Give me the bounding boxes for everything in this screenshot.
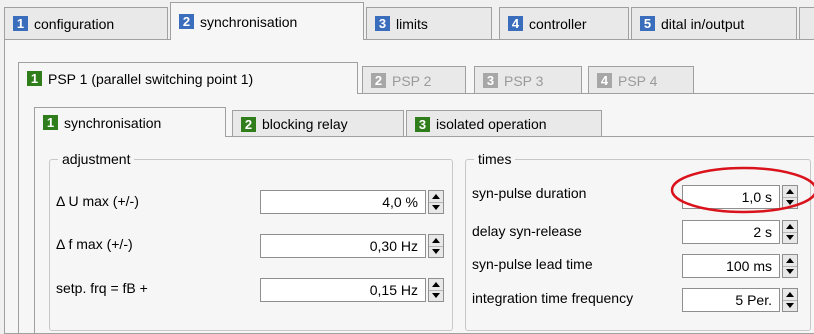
spin-up-icon[interactable] xyxy=(783,289,797,300)
tab-sub-isolated-operation[interactable]: 3 isolated operation xyxy=(406,110,602,137)
tab-sub-blocking-relay[interactable]: 2 blocking relay xyxy=(232,110,404,137)
tab-limits[interactable]: 3 limits xyxy=(366,7,492,39)
tab-number-badge: 4 xyxy=(508,16,523,31)
delta-f-max-label: Δ f max (+/-) xyxy=(56,236,133,252)
tab-number-badge: 5 xyxy=(640,16,655,31)
tab-number-badge: 2 xyxy=(241,116,256,132)
setp-frq-spinner[interactable] xyxy=(428,278,444,302)
delta-f-max-spinner[interactable] xyxy=(428,234,444,258)
tab-configuration[interactable]: 1 configuration xyxy=(4,7,168,39)
tab-label: synchronisation xyxy=(200,13,298,30)
times-legend: times xyxy=(474,151,516,167)
tab-sub-synchronisation[interactable]: 1 synchronisation xyxy=(34,107,226,137)
delta-u-max-label: Δ U max (+/-) xyxy=(56,193,139,209)
spin-up-icon[interactable] xyxy=(783,221,797,232)
syn-pulse-lead-time-input[interactable]: 100 ms xyxy=(682,254,780,278)
spin-down-icon[interactable] xyxy=(783,231,797,244)
highlight-ellipse-shape xyxy=(670,166,814,214)
tab-label: synchronisation xyxy=(64,114,162,131)
delay-syn-release-input[interactable]: 2 s xyxy=(682,220,780,244)
tab-number-badge: 2 xyxy=(371,73,386,88)
tab-label: PSP 4 xyxy=(618,72,658,89)
tab-label: isolated operation xyxy=(436,116,547,132)
tab-number-badge: 3 xyxy=(483,73,498,88)
integration-time-frequency-input[interactable]: 5 Per. xyxy=(682,288,780,312)
integration-time-frequency-label: integration time frequency xyxy=(472,290,634,306)
adjustment-legend: adjustment xyxy=(58,151,135,167)
tab-label: PSP 2 xyxy=(392,72,432,89)
tab-label: controller xyxy=(529,15,587,32)
tab-label: PSP 1 (parallel switching point 1) xyxy=(48,70,254,87)
tab-digital-in-output[interactable]: 5 dital in/output xyxy=(631,7,797,39)
tab-number-badge: 1 xyxy=(43,115,58,130)
delta-u-max-spinner[interactable] xyxy=(428,190,444,214)
syn-pulse-lead-time-label: syn-pulse lead time xyxy=(472,256,593,272)
tab-number-badge: 2 xyxy=(179,14,194,29)
tab-number-badge: 3 xyxy=(375,16,390,31)
spin-up-icon[interactable] xyxy=(429,191,443,202)
spin-down-icon[interactable] xyxy=(783,299,797,312)
spin-down-icon[interactable] xyxy=(783,265,797,278)
tab-label: PSP 3 xyxy=(504,72,544,89)
spin-up-icon[interactable] xyxy=(429,279,443,290)
tab-psp-4[interactable]: 4 PSP 4 xyxy=(588,66,694,94)
delta-f-max-input[interactable]: 0,30 Hz xyxy=(260,234,426,258)
tab-label: limits xyxy=(396,15,428,32)
syn-pulse-duration-label: syn-pulse duration xyxy=(472,185,587,201)
tab-label: configuration xyxy=(34,15,115,32)
tab-label: blocking relay xyxy=(262,116,348,132)
tab-next-partial[interactable] xyxy=(799,7,814,39)
tab-number-badge: 1 xyxy=(13,16,28,31)
tab-controller[interactable]: 4 controller xyxy=(499,7,629,39)
spin-down-icon[interactable] xyxy=(429,201,443,214)
highlight-ellipse xyxy=(670,166,814,214)
tab-number-badge: 3 xyxy=(415,116,430,132)
tab-number-badge: 1 xyxy=(27,71,42,86)
setp-frq-input[interactable]: 0,15 Hz xyxy=(260,278,426,302)
integration-time-frequency-spinner[interactable] xyxy=(782,288,798,312)
tab-psp-2[interactable]: 2 PSP 2 xyxy=(362,66,466,94)
tab-number-badge: 4 xyxy=(597,73,612,88)
spin-down-icon[interactable] xyxy=(429,245,443,258)
delay-syn-release-label: delay syn-release xyxy=(472,223,582,239)
spin-up-icon[interactable] xyxy=(429,235,443,246)
tab-psp-1[interactable]: 1 PSP 1 (parallel switching point 1) xyxy=(18,62,358,94)
setp-frq-label: setp. frq = fB + xyxy=(56,280,148,296)
delay-syn-release-spinner[interactable] xyxy=(782,220,798,244)
tab-label: dital in/output xyxy=(661,15,745,32)
spin-down-icon[interactable] xyxy=(429,289,443,302)
syn-pulse-lead-time-spinner[interactable] xyxy=(782,254,798,278)
delta-u-max-input[interactable]: 4,0 % xyxy=(260,190,426,214)
tab-psp-3[interactable]: 3 PSP 3 xyxy=(474,66,582,94)
spin-up-icon[interactable] xyxy=(783,255,797,266)
tab-synchronisation[interactable]: 2 synchronisation xyxy=(170,2,364,40)
adjustment-group: adjustment Δ U max (+/-) 4,0 % Δ f max (… xyxy=(49,151,453,331)
